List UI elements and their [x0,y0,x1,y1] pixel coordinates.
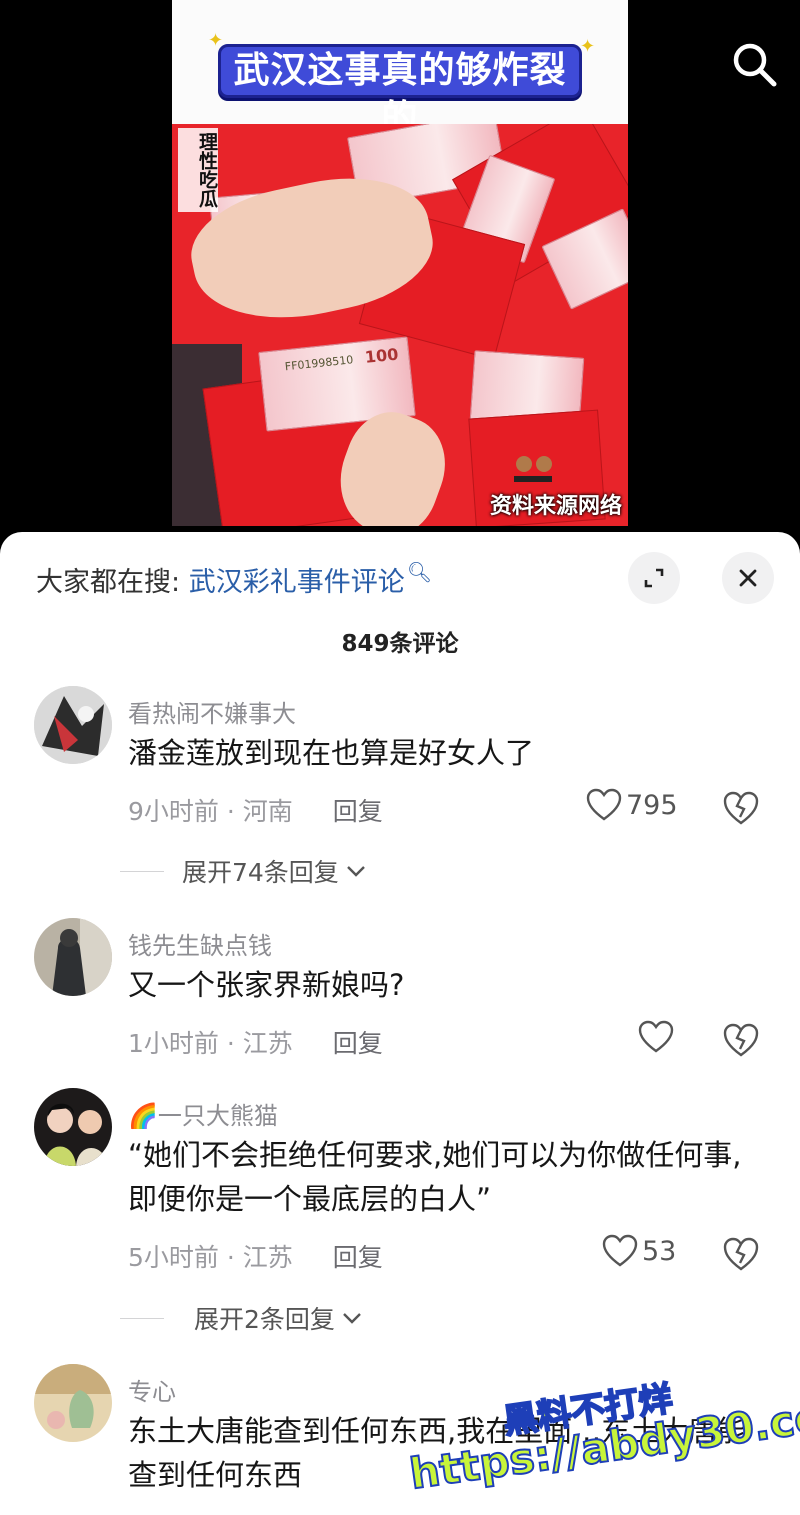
comment-count: 849条评论 [341,631,459,657]
reply-button[interactable]: 回复 [333,1029,383,1058]
comment-location: 河南 [242,797,293,826]
bill-serial: FF01998510 [284,353,354,374]
chevron-down-icon [346,866,365,877]
expand-replies-label: 展开74条回复 [182,858,339,887]
reply-button[interactable]: 回复 [333,797,383,826]
divider-line [120,1317,164,1319]
chevron-down-icon [343,1313,361,1324]
comment-meta: 1小时前 · 江苏 回复 [128,1029,383,1058]
like-count: 53 [642,1235,677,1267]
bill-value: 100 [363,344,400,367]
comment-meta: 5小时前 · 江苏 回复 [128,1243,383,1272]
hot-search[interactable]: 大家都在搜: 武汉彩礼事件评论 🔍︎ [36,560,432,599]
comment-time: 9小时前 [128,797,219,826]
like-count: 795 [626,789,678,821]
video-title-banner: ✦ ✦ 武汉这事真的够炸裂的 [172,0,628,139]
reply-button[interactable]: 回复 [333,1243,383,1272]
sparkle-icon: ✦ [580,36,596,57]
dislike-icon[interactable] [722,1236,760,1272]
expand-replies-label: 展开2条回复 [194,1305,335,1334]
comment-username[interactable]: 专心 [128,1372,176,1407]
close-icon [739,569,757,587]
expand-replies[interactable]: 展开2条回复 [120,1300,363,1336]
comment-location: 江苏 [242,1243,293,1272]
avatar[interactable] [34,1364,112,1442]
avatar-image [34,918,112,996]
avatar[interactable] [34,1088,112,1166]
close-button[interactable] [722,552,774,604]
dislike-icon[interactable] [722,790,760,826]
comment-username[interactable]: 🌈一只大熊猫 [128,1096,278,1131]
avatar-image [34,1364,112,1442]
comment-text: “她们不会拒绝任何要求,她们可以为你做任何事,即便你是一个最底层的白人” [128,1138,742,1216]
comment-text: 潘金莲放到现在也算是好女人了 [128,736,535,770]
comment-text: 东土大唐能查到任何东西,我在里面…东土大唐能查到任何东西 [128,1414,747,1492]
comment-sheet: 大家都在搜: 武汉彩礼事件评论 🔍︎ 849条评论 看热闹不嫌事大 潘金莲放到现… [0,532,800,1515]
comment-item: 钱先生缺点钱 又一个张家界新娘吗? 1小时前 · 江苏 回复 [0,918,800,1068]
hot-search-link[interactable]: 武汉彩礼事件评论 [189,567,405,598]
video-player[interactable]: ✦ ✦ 武汉这事真的够炸裂的 FF01998510 100 理性吃瓜 资料来源网… [0,0,800,560]
expand-icon [644,568,664,588]
comment-time: 1小时前 [128,1029,219,1058]
expand-button[interactable] [628,552,680,604]
video-image: FF01998510 100 理性吃瓜 资料来源网络 [172,124,628,526]
dislike-icon[interactable] [722,1022,760,1058]
like-button[interactable] [638,1020,678,1054]
divider-line [120,870,164,872]
sheet-header: 大家都在搜: 武汉彩礼事件评论 🔍︎ [0,532,800,622]
heart-icon [638,1020,674,1053]
comment-username[interactable]: 钱先生缺点钱 [128,926,272,961]
hot-search-label: 大家都在搜: [36,567,181,598]
search-icon[interactable] [728,38,780,90]
video-title: 武汉这事真的够炸裂的 [218,44,582,139]
avatar-image [34,1088,112,1166]
comment-username[interactable]: 看热闹不嫌事大 [128,694,296,729]
search-small-icon: 🔍︎ [406,560,433,584]
comment-item: 看热闹不嫌事大 潘金莲放到现在也算是好女人了 9小时前 · 河南 回复 795 … [0,686,800,889]
video-frame[interactable]: ✦ ✦ 武汉这事真的够炸裂的 FF01998510 100 理性吃瓜 资料来源网… [172,0,628,526]
side-tag: 理性吃瓜 [178,128,218,212]
comment-item: 专心 东土大唐能查到任何东西,我在里面…东土大唐能查到任何东西 [0,1364,800,1515]
comment-item: 🌈一只大熊猫 “她们不会拒绝任何要求,她们可以为你做任何事,即便你是一个最底层的… [0,1088,800,1338]
heart-icon [602,1234,638,1267]
avatar-image [34,686,112,764]
like-button[interactable]: 795 [586,788,678,822]
comment-text: 又一个张家界新娘吗? [128,968,405,1002]
comment-time: 5小时前 [128,1243,219,1272]
comment-meta: 9小时前 · 河南 回复 [128,797,383,826]
expand-replies[interactable]: 展开74条回复 [120,853,367,889]
like-button[interactable]: 53 [602,1234,676,1268]
bear-sticker-icon [514,456,552,482]
avatar[interactable] [34,918,112,996]
source-tag: 资料来源网络 [489,494,622,519]
avatar[interactable] [34,686,112,764]
heart-icon [586,788,622,821]
comment-location: 江苏 [242,1029,293,1058]
